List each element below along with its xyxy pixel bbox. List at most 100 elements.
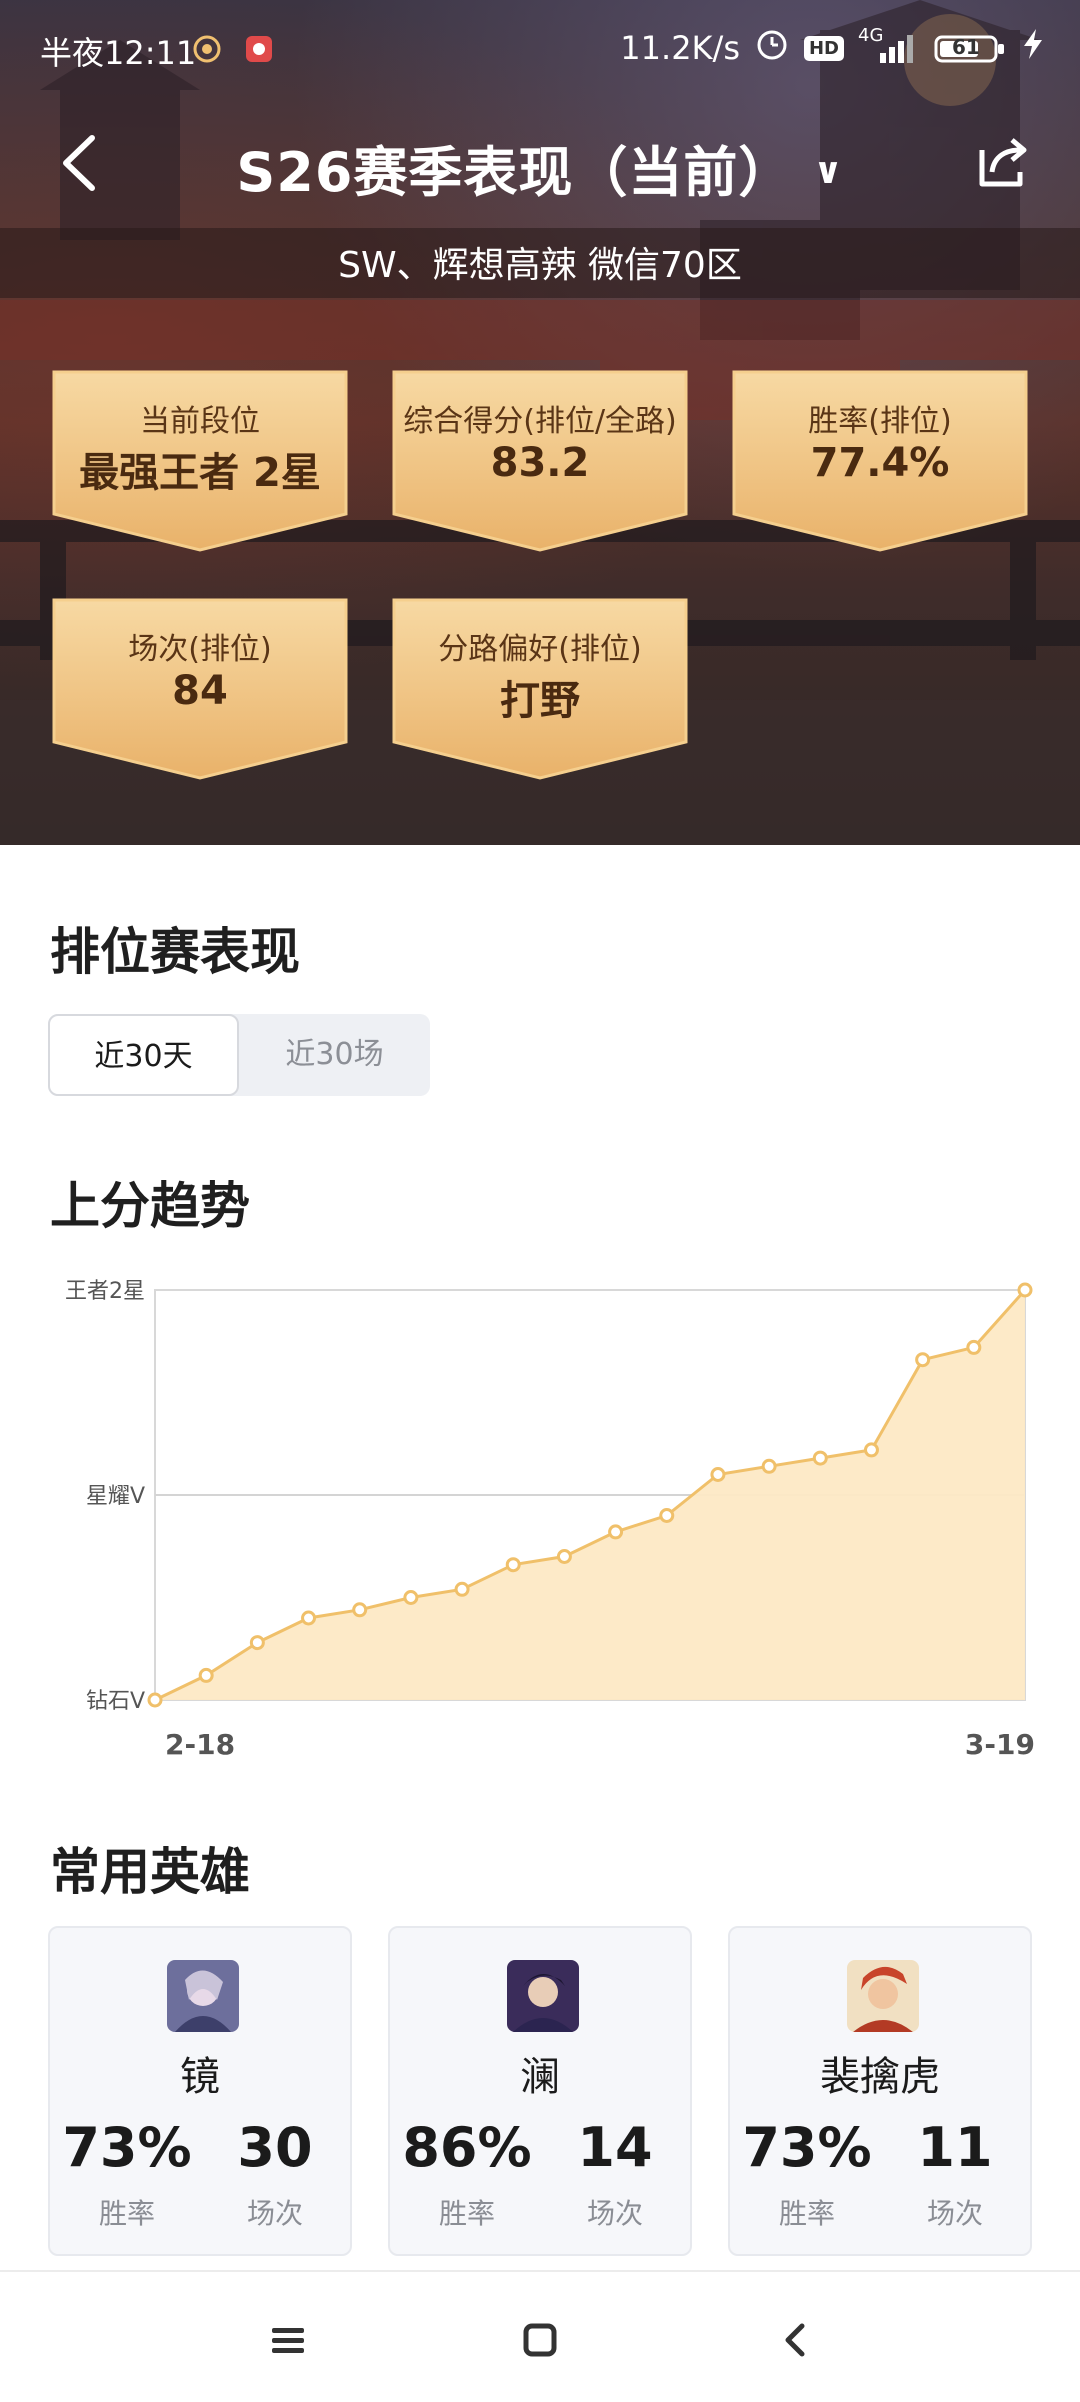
data-point bbox=[454, 1581, 470, 1597]
card-current-rank: 当前段位 最强王者 2星 bbox=[48, 368, 352, 554]
data-point bbox=[198, 1667, 214, 1683]
hero-card[interactable]: 镜 73% 胜率 30 场次 bbox=[48, 1926, 352, 2256]
ranked-section-title: 排位赛表现 bbox=[50, 923, 300, 981]
data-point bbox=[761, 1458, 777, 1474]
data-point bbox=[1017, 1282, 1033, 1298]
card-value: 最强王者 2星 bbox=[79, 450, 321, 496]
menu-icon bbox=[272, 2328, 304, 2353]
status-time: 半夜12:11 bbox=[40, 34, 197, 72]
nav-back-button[interactable] bbox=[776, 2320, 816, 2360]
data-point bbox=[966, 1339, 982, 1355]
notification-icon bbox=[192, 34, 222, 72]
hero-avatar bbox=[847, 1960, 919, 2032]
winrate-label: 胜率 bbox=[98, 2197, 155, 2230]
menu-button[interactable] bbox=[268, 2320, 308, 2360]
share-button[interactable] bbox=[974, 132, 1034, 192]
card-lane-preference: 分路偏好(排位) 打野 bbox=[388, 596, 692, 782]
status-right: 11.2K/s HD 4G 61 bbox=[620, 25, 1044, 70]
hero-card[interactable]: 澜 86% 胜率 14 场次 bbox=[388, 1926, 692, 2256]
chevron-down-icon: ∨ bbox=[813, 151, 844, 192]
winrate-label: 胜率 bbox=[778, 2197, 835, 2230]
data-point bbox=[403, 1590, 419, 1605]
data-point bbox=[301, 1610, 317, 1626]
header-background: 半夜12:11 11.2K/s HD 4G 61 S26赛季表现（当前） ∨ S… bbox=[0, 0, 1080, 845]
back-icon bbox=[785, 2323, 805, 2357]
card-value: 打野 bbox=[500, 678, 580, 724]
hero-name: 镜 bbox=[180, 2054, 220, 2100]
games-value: 14 bbox=[577, 2116, 653, 2179]
data-point bbox=[608, 1524, 624, 1540]
data-point bbox=[863, 1442, 879, 1458]
trend-chart-svg: 钻石V 星耀V 王者2星 2-18 3-19 bbox=[65, 1279, 1035, 1761]
hero-winrate: 86% 胜率 bbox=[402, 2118, 532, 2232]
tab-last-30-games[interactable]: 近30场 bbox=[239, 1014, 430, 1096]
card-label: 分路偏好(排位) bbox=[438, 632, 642, 667]
x-end-label: 3-19 bbox=[965, 1728, 1035, 1761]
data-point bbox=[147, 1692, 163, 1708]
winrate-value: 73% bbox=[62, 2116, 192, 2179]
card-label: 综合得分(排位/全路) bbox=[403, 404, 677, 439]
season-title[interactable]: S26赛季表现（当前） ∨ bbox=[0, 128, 1080, 207]
games-label: 场次 bbox=[586, 2197, 643, 2230]
hero-name: 裴擒虎 bbox=[820, 2054, 940, 2100]
trend-section-title: 上分趋势 bbox=[50, 1177, 250, 1235]
hero-winrate: 73% 胜率 bbox=[742, 2118, 872, 2232]
winrate-value: 73% bbox=[742, 2116, 872, 2179]
card-label: 场次(排位) bbox=[128, 632, 272, 667]
hero-games: 11 场次 bbox=[890, 2118, 1020, 2232]
signal-icon: 4G bbox=[858, 25, 920, 65]
data-point bbox=[915, 1352, 931, 1368]
hero-card[interactable]: 裴擒虎 73% 胜率 11 场次 bbox=[728, 1926, 1032, 2256]
y-tick-label: 王者2星 bbox=[65, 1279, 145, 1304]
card-label: 当前段位 bbox=[140, 404, 260, 439]
page-title: S26赛季表现（当前） bbox=[236, 141, 794, 204]
winrate-label: 胜率 bbox=[438, 2197, 495, 2230]
charging-icon bbox=[1022, 27, 1044, 69]
heroes-section-title: 常用英雄 bbox=[50, 1843, 250, 1901]
player-info: SW、辉想高辣 微信70区 bbox=[338, 245, 742, 286]
home-icon bbox=[523, 2323, 557, 2357]
battery-icon: 61 bbox=[934, 33, 1008, 63]
home-button[interactable] bbox=[520, 2320, 560, 2360]
data-point bbox=[812, 1450, 828, 1466]
share-icon bbox=[979, 138, 1027, 187]
y-tick-label: 星耀V bbox=[86, 1484, 145, 1509]
card-label: 胜率(排位) bbox=[808, 404, 952, 439]
tab-last-30-days[interactable]: 近30天 bbox=[48, 1014, 239, 1096]
data-point bbox=[659, 1508, 675, 1523]
hero-avatar bbox=[167, 1960, 239, 2032]
games-label: 场次 bbox=[926, 2197, 983, 2230]
hero-name: 澜 bbox=[520, 2054, 560, 2100]
battery-level: 61 bbox=[952, 35, 980, 59]
hero-games: 30 场次 bbox=[210, 2118, 340, 2232]
data-point bbox=[710, 1467, 726, 1482]
time-range-tabs: 近30天 近30场 bbox=[48, 1014, 430, 1096]
data-point bbox=[249, 1635, 265, 1651]
data-point bbox=[505, 1557, 521, 1573]
data-point bbox=[556, 1549, 572, 1564]
hero-games: 14 场次 bbox=[550, 2118, 680, 2232]
top-bar: S26赛季表现（当前） ∨ bbox=[0, 108, 1080, 218]
card-matches: 场次(排位) 84 bbox=[48, 596, 352, 782]
system-nav-bar bbox=[0, 2270, 1080, 2402]
status-bar: 半夜12:11 11.2K/s HD 4G 61 bbox=[0, 0, 1080, 96]
rank-trend-chart: 钻石V 星耀V 王者2星 2-18 3-19 bbox=[0, 1260, 1080, 1780]
net-speed: 11.2K/s bbox=[620, 29, 740, 67]
card-value: 84 bbox=[172, 668, 228, 714]
alarm-icon bbox=[754, 26, 790, 70]
card-value: 83.2 bbox=[490, 440, 590, 486]
hero-avatar bbox=[507, 1960, 579, 2032]
app-notification-icon bbox=[244, 34, 274, 72]
games-value: 11 bbox=[917, 2116, 993, 2179]
x-start-label: 2-18 bbox=[165, 1728, 235, 1761]
games-value: 30 bbox=[237, 2116, 313, 2179]
data-point bbox=[352, 1602, 368, 1618]
card-win-rate: 胜率(排位) 77.4% bbox=[728, 368, 1032, 554]
winrate-value: 86% bbox=[402, 2116, 532, 2179]
card-value: 77.4% bbox=[810, 440, 950, 486]
y-tick-label: 钻石V bbox=[86, 1689, 145, 1714]
card-overall-score: 综合得分(排位/全路) 83.2 bbox=[388, 368, 692, 554]
hero-winrate: 73% 胜率 bbox=[62, 2118, 192, 2232]
player-info-bar: SW、辉想高辣 微信70区 bbox=[0, 228, 1080, 298]
hd-icon: HD bbox=[803, 35, 844, 61]
